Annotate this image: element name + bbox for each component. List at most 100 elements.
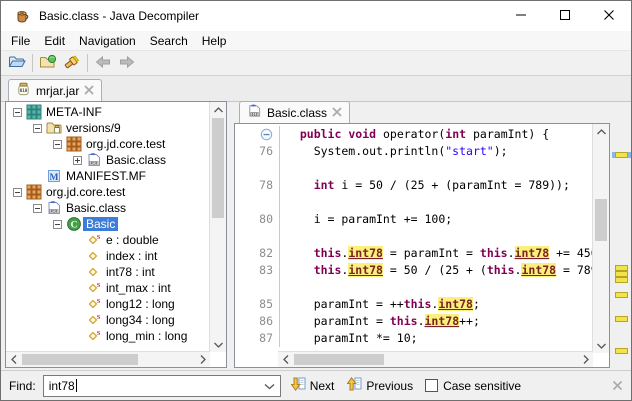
close-icon [604,9,614,23]
tab-close-icon[interactable] [332,106,342,120]
menu-item-edit[interactable]: Edit [37,32,72,50]
code-token: "start" [445,144,494,158]
search-button[interactable] [60,53,84,73]
static-field-icon: S [86,312,103,328]
find-previous-button[interactable]: Previous [344,374,416,397]
app-window: Basic.class - Java Decompiler File Edit Na… [0,0,632,401]
tree-horizontal-scrollbar[interactable] [6,351,210,367]
code-line: 76 System.out.println("start"); [236,143,592,160]
tree-item-basic[interactable]: C Basic [7,216,209,232]
back-button[interactable] [91,53,115,73]
tree-item-basic-class[interactable]: 010 Basic.class [7,152,209,168]
code-token: i = paramInt += 100; [286,212,453,226]
close-button[interactable] [587,1,631,31]
menu-item-navigation[interactable]: Navigation [72,32,143,50]
scroll-left-button[interactable] [278,352,293,367]
search-result-marker[interactable] [615,348,628,354]
search-result-marker[interactable] [615,292,628,298]
scrollbar-thumb[interactable] [22,354,138,365]
case-sensitive-option[interactable]: Case sensitive [425,379,521,393]
tree-item-label: int_max : int [106,281,171,295]
tree-item-manifest-mf[interactable]: M MANIFEST.MF [7,168,209,184]
find-input[interactable]: int78 [49,379,264,393]
find-next-label: Next [309,378,335,393]
collapse-icon[interactable] [53,139,66,149]
tab-close-icon[interactable] [84,84,94,98]
find-previous-icon [346,376,362,395]
code-vertical-scrollbar[interactable] [592,124,609,353]
tree-item-label: META-INF [46,105,102,119]
scrollbar-thumb[interactable] [595,199,607,241]
svg-text:S: S [97,330,101,337]
code-editor[interactable]: public void operator(int paramInt) {76 S… [234,123,610,368]
find-next-button[interactable]: Next [288,374,338,397]
menu-item-search[interactable]: Search [143,32,195,50]
collapse-icon[interactable] [13,107,26,117]
forward-button[interactable] [115,53,139,73]
scrollbar-thumb[interactable] [294,354,384,365]
search-match-token[interactable]: int78 [348,246,383,260]
collapse-icon[interactable] [53,219,66,229]
code-text: this.int78 = 50 / (25 + (this.int78 = 78… [280,262,592,279]
scroll-down-button[interactable] [593,338,609,353]
scroll-up-button[interactable] [210,102,226,117]
tree-item-basic-class[interactable]: 010 Basic.class [7,200,209,216]
scroll-right-button[interactable] [578,352,593,367]
search-result-marker[interactable] [615,316,628,322]
collapse-icon[interactable] [33,203,46,213]
search-match-token[interactable]: int78 [348,263,383,277]
scrollbar-thumb[interactable] [212,118,224,218]
tree-item-int78-int[interactable]: int78 : int [7,264,209,280]
tree-item-int-max-int[interactable]: Sint_max : int [7,280,209,296]
code-token: System.out.println( [286,144,446,158]
fold-toggle-icon[interactable] [236,126,280,143]
tree-item-index-int[interactable]: index : int [7,248,209,264]
case-sensitive-checkbox[interactable] [425,379,439,392]
scroll-right-button[interactable] [195,352,210,367]
findbar-close-icon[interactable] [612,380,623,391]
minimize-button[interactable] [499,1,543,31]
expand-icon[interactable] [73,155,86,165]
search-result-marker[interactable] [615,277,628,283]
search-match-token[interactable]: int78 [438,297,473,311]
tree-view: META-INF versions/9 org.jd.core.test 010 Bas… [7,104,209,351]
current-search-marker[interactable] [615,152,628,158]
search-icon [63,54,81,73]
find-combobox[interactable]: int78 [42,374,281,397]
tree-vertical-scrollbar[interactable] [209,102,226,352]
tree-item-meta-inf[interactable]: META-INF [7,104,209,120]
tree-item-long34-long[interactable]: Slong34 : long [7,312,209,328]
code-horizontal-scrollbar[interactable] [278,351,593,367]
collapse-icon[interactable] [33,123,46,133]
scroll-down-button[interactable] [210,337,226,352]
tree-item-org-jd-core-test[interactable]: org.jd.core.test [7,184,209,200]
toolbar [1,50,631,76]
class-file-icon: 010 [86,152,103,168]
menu-item-file[interactable]: File [4,32,37,50]
tree-item-e-double[interactable]: Se : double [7,232,209,248]
search-match-token[interactable]: int78 [424,314,460,328]
line-number: 82 [236,245,280,262]
combo-dropdown-icon[interactable] [264,379,275,393]
minimize-icon [516,9,526,23]
collapse-icon[interactable] [13,187,26,197]
scroll-left-button[interactable] [6,352,21,367]
open-type-button[interactable] [36,53,60,73]
open-file-button[interactable] [5,53,29,73]
line-number: 86 [236,313,280,330]
tree-item-org-jd-core-test[interactable]: org.jd.core.test [7,136,209,152]
tree-item-versions-9[interactable]: versions/9 [7,120,209,136]
tree-item-long12-long[interactable]: Slong12 : long [7,296,209,312]
maximize-button[interactable] [543,1,587,31]
tab-basic-class[interactable]: 010 Basic.class [239,101,351,124]
tree-item-long-min-long[interactable]: Slong_min : long [7,328,209,344]
menu-item-help[interactable]: Help [195,32,234,50]
find-next-icon [290,376,306,395]
search-match-token[interactable]: int78 [521,263,557,277]
static-field-icon: S [86,280,103,296]
search-match-token[interactable]: int78 [514,246,550,260]
code-token: ++; [459,314,480,328]
scroll-up-button[interactable] [593,124,609,139]
code-token: int [313,178,335,192]
tab-label: mrjar.jar [36,83,80,98]
